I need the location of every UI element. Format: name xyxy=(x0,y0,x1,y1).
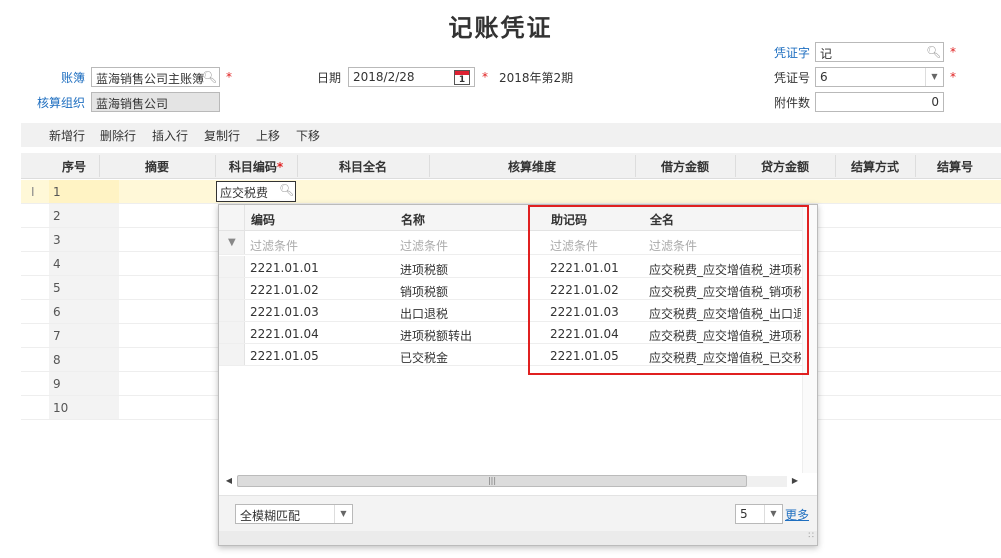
ledger-value: 蓝海销售公司主账簿 xyxy=(96,72,205,86)
voucher-word-field[interactable]: 记 🔍︎ xyxy=(815,42,944,62)
chevron-down-icon[interactable]: ▼ xyxy=(925,68,943,86)
row-number: 1 xyxy=(49,180,119,203)
row-number: 6 xyxy=(49,300,119,323)
search-icon[interactable]: 🔍︎ xyxy=(279,183,294,197)
add-row-button[interactable]: 新增行 xyxy=(49,127,85,144)
row-number: 8 xyxy=(49,348,119,371)
popup-col-code[interactable]: 编码 xyxy=(251,211,275,228)
item-code: 2221.01.05 xyxy=(250,349,319,363)
voucher-no-label: 凭证号 xyxy=(774,71,811,85)
required-mark: * xyxy=(950,70,956,84)
scroll-thumb[interactable]: ||| xyxy=(237,475,747,487)
col-header-settle-method[interactable]: 结算方式 xyxy=(835,158,915,175)
row-number: 3 xyxy=(49,228,119,251)
row-number: 2 xyxy=(49,204,119,227)
grid-toolbar: 新增行 删除行 插入行 复制行 上移 下移 xyxy=(21,123,1001,147)
item-name: 销项税额 xyxy=(400,285,449,299)
row-number: 9 xyxy=(49,372,119,395)
required-mark: * xyxy=(482,70,488,84)
item-name: 出口退税 xyxy=(400,307,449,321)
resize-grip-icon[interactable]: ∷ xyxy=(808,531,814,541)
filter-input-code[interactable]: 过滤条件 xyxy=(250,237,298,254)
org-field: 蓝海销售公司 xyxy=(91,92,220,112)
voucher-no-value: 6 xyxy=(820,70,828,84)
grid-header: 序号 摘要 科目编码* 科目全名 核算维度 借方金额 贷方金额 结算方式 结算号 xyxy=(21,153,1001,179)
more-link[interactable]: 更多 xyxy=(785,506,809,523)
page-size-value: 5 xyxy=(740,507,748,521)
filter-icon[interactable]: ▼ xyxy=(228,237,236,248)
col-header-account-code[interactable]: 科目编码* xyxy=(215,158,297,175)
col-header-settle-no[interactable]: 结算号 xyxy=(915,158,995,175)
org-value: 蓝海销售公司 xyxy=(96,97,169,111)
col-header-summary[interactable]: 摘要 xyxy=(99,158,215,175)
popup-resize-bar: ∷ xyxy=(219,531,817,545)
filter-input-name[interactable]: 过滤条件 xyxy=(400,237,448,254)
col-header-account-name[interactable]: 科目全名 xyxy=(297,158,429,175)
copy-row-button[interactable]: 复制行 xyxy=(204,127,240,144)
popup-footer: 全模糊匹配 ▼ 5 ▼ 更多 xyxy=(219,495,817,531)
voucher-no-field[interactable]: 6 ▼ xyxy=(815,67,944,87)
period-text: 2018年第2期 xyxy=(499,71,574,85)
chevron-down-icon[interactable]: ▼ xyxy=(334,505,352,523)
move-up-button[interactable]: 上移 xyxy=(256,127,280,144)
col-header-debit[interactable]: 借方金额 xyxy=(635,158,735,175)
col-header-credit[interactable]: 贷方金额 xyxy=(735,158,835,175)
item-code: 2221.01.04 xyxy=(250,327,319,341)
attachments-value: 0 xyxy=(931,95,939,109)
row-number: 4 xyxy=(49,252,119,275)
ledger-label[interactable]: 账簿 xyxy=(61,69,85,86)
date-value: 2018/2/28 xyxy=(353,70,415,84)
scroll-right-icon[interactable]: ▶ xyxy=(789,475,801,487)
item-name: 进项税额 xyxy=(400,263,449,277)
row-number: 10 xyxy=(49,396,119,419)
item-name: 进项税额转出 xyxy=(400,329,473,343)
move-down-button[interactable]: 下移 xyxy=(296,127,320,144)
required-mark: * xyxy=(226,70,232,84)
org-label[interactable]: 核算组织 xyxy=(37,94,85,111)
table-row[interactable]: I 1 xyxy=(21,180,1001,204)
item-name: 已交税金 xyxy=(400,351,449,365)
row-number: 5 xyxy=(49,276,119,299)
page-size-select[interactable]: 5 ▼ xyxy=(735,504,783,524)
date-field[interactable]: 2018/2/28 1 xyxy=(348,67,475,87)
date-label: 日期 xyxy=(317,71,342,85)
horizontal-scrollbar[interactable]: ◀ ||| ▶ xyxy=(223,473,801,489)
item-code: 2221.01.02 xyxy=(250,283,319,297)
chevron-down-icon[interactable]: ▼ xyxy=(764,505,782,523)
attachments-field[interactable]: 0 xyxy=(815,92,944,112)
item-code: 2221.01.01 xyxy=(250,261,319,275)
row-number: 7 xyxy=(49,324,119,347)
match-mode-select[interactable]: 全模糊匹配 ▼ xyxy=(235,504,353,524)
popup-col-name[interactable]: 名称 xyxy=(401,211,425,228)
col-header-seq[interactable]: 序号 xyxy=(49,158,99,175)
insert-row-button[interactable]: 插入行 xyxy=(152,127,188,144)
account-code-editor[interactable]: 应交税费 🔍︎ xyxy=(216,181,296,202)
search-icon[interactable]: 🔍︎ xyxy=(202,70,217,84)
ledger-field[interactable]: 蓝海销售公司主账簿 🔍︎ xyxy=(91,67,220,87)
col-header-dimension[interactable]: 核算维度 xyxy=(429,158,635,175)
voucher-word-label[interactable]: 凭证字 xyxy=(774,44,810,61)
voucher-word-value: 记 xyxy=(820,47,833,61)
account-code-input-value: 应交税费 xyxy=(220,186,269,200)
delete-row-button[interactable]: 删除行 xyxy=(100,127,136,144)
item-code: 2221.01.03 xyxy=(250,305,319,319)
highlight-annotation-box xyxy=(528,205,809,375)
scroll-left-icon[interactable]: ◀ xyxy=(223,475,235,487)
calendar-icon[interactable]: 1 xyxy=(454,70,470,85)
attachments-label: 附件数 xyxy=(774,96,811,110)
row-marker: I xyxy=(31,185,35,199)
page-title: 记账凭证 xyxy=(448,14,553,42)
required-mark: * xyxy=(950,45,956,59)
search-icon[interactable]: 🔍︎ xyxy=(926,45,941,59)
match-mode-value: 全模糊匹配 xyxy=(240,509,301,523)
